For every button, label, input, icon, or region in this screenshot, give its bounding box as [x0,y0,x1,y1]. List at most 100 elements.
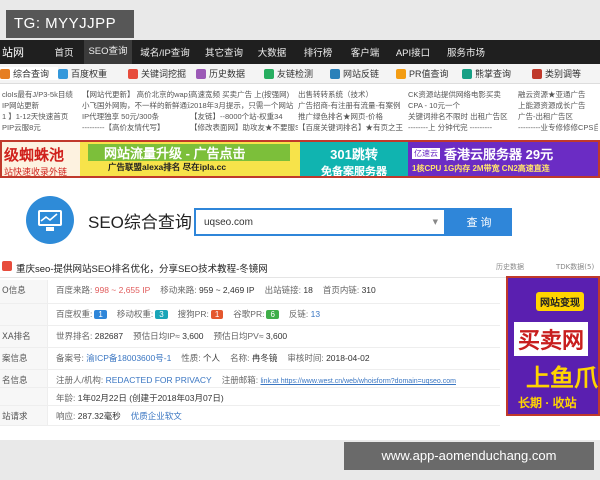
pr-icon [396,68,406,79]
banner-ad-301-redirect[interactable]: 301跳转 免备案服务器 [300,142,408,176]
ad-link[interactable]: 2018年3月提示，只需一个网站 [190,100,298,111]
ad-link[interactable]: 推广绿色排名★网页-价格 [298,111,408,122]
link-icon [264,68,274,79]
top-navbar: 站网 首页 SEO查询 域名/IP查询 其它查询 大数据 排行榜 客户端 API… [0,40,600,64]
nav-other-query[interactable]: 其它查询 [198,45,250,59]
nav-home[interactable]: 首页 [44,45,84,59]
trend-line-icon [40,213,58,222]
history-data-link[interactable]: 历史数据 [496,262,524,272]
banner-ad-strip: 级蜘蛛池 站快速收录外链 网站流量升级 - 广告点击 广告联盟alexa排名 尽… [0,140,600,178]
table-row: 年龄: 1年02月22日 (创建于2018年03月07日) [0,388,500,406]
page-title: SEO综合查询 [88,213,192,232]
ad-link[interactable]: ---------业专修修修CPS自营 [518,122,598,133]
ad-link[interactable]: PIP云服8元 [2,122,82,133]
ad-link[interactable]: 【百度关键词排名】★有页之王 [298,122,408,133]
tab-friendlink-check[interactable]: 友链检测 [264,67,330,80]
baidu-weight-badge[interactable]: 1 [94,310,107,319]
ad-link[interactable]: 广告招商-有注册有流量-有案例 [298,100,408,111]
search-section: SEO综合查询 ▼ 查 询 [0,188,600,248]
nav-api[interactable]: API接口 [388,45,438,59]
category-icon [532,68,542,79]
row-label: 名信息 [0,370,48,387]
result-header: 重庆seo-提供网站SEO排名优化，分享SEO技术教程-冬镜网 历史数据 TDK… [0,256,600,278]
row-label: O信息 [0,280,48,303]
key-icon [128,68,138,79]
yisu-cloud-logo: 亿速云 [412,148,440,159]
sogou-pr-badge[interactable]: 1 [210,310,224,319]
domain-search-input[interactable] [196,210,416,234]
promo-link[interactable]: 优质企业软文 [131,410,182,425]
site-logo[interactable]: 站网 [0,44,44,60]
link-row: cloIs最有J/P3-5k目绩 【网站代更新】 高价北京的wap量 高速宽频 … [2,89,598,100]
ad-link[interactable]: 融云资源★亚通广告 [518,89,598,100]
nav-domain-ip[interactable]: 域名/IP查询 [132,45,198,59]
row-label [0,388,48,405]
banner-ad-traffic[interactable]: 网站流量升级 - 广告点击 广告联盟alexa排名 尽在ipla.cc [80,142,300,176]
result-site-title[interactable]: 重庆seo-提供网站SEO排名优化，分享SEO技术教程-冬镜网 [16,261,268,275]
ad-link[interactable]: IP网站更新 [2,100,82,111]
nav-service-market[interactable]: 服务市场 [438,45,494,59]
side-banner-ad[interactable]: 网站变现 买卖网 上鱼爪 长期 · 收站 [506,276,600,416]
nav-big-data[interactable]: 大数据 [250,45,294,59]
mobile-weight-badge[interactable]: 3 [155,310,168,319]
tab-category[interactable]: 类别调等 [532,67,600,80]
ad-link[interactable]: 小飞国外网购，不一样的新鲜通道 [82,100,190,111]
tool-tabs: 综合查询 百度权重 关键词挖掘 历史数据 友链检测 网站反链 PR值查询 熊掌查… [0,64,600,84]
ad-link[interactable]: 【友链】--8000个站-权重34 [190,111,298,122]
google-pr-badge[interactable]: 6 [266,310,279,319]
link-row: 1 】1-12天快速首页 IP代理独享 50元/300条 【友链】--8000个… [2,111,598,122]
ad-link[interactable]: CPA - 10元一个 [408,100,518,111]
banner-ad-hk-cloud[interactable]: 亿速云 香港云服务器 29元 1核CPU 1G内存 2M带宽 CN2高速直连 [408,142,598,176]
tab-history[interactable]: 历史数据 [196,67,264,80]
table-row: 名信息 注册人/机构: REDACTED FOR PRIVACY 注册邮箱: l… [0,370,500,388]
monitor-chart-icon [26,196,74,244]
ad-link[interactable]: 【网站代更新】 高价北京的wap量 [82,89,190,100]
seo-info-table: O信息 百度来路: 998 ~ 2,655 IP 移动来路: 959 ~ 2,4… [0,280,500,426]
link-row: PIP云服8元 ---------【高价友情代写】 【修改表面网】助攻友★不要服… [2,122,598,133]
ad-link[interactable]: --------上 分钟代完 --------- [408,122,518,133]
search-button[interactable]: 查 询 [446,208,512,236]
nav-client[interactable]: 客户端 [342,45,388,59]
nav-seo-query[interactable]: SEO查询 [84,40,132,64]
ad-link[interactable]: 广告-出租广告区 [518,111,598,122]
chart-icon [0,68,10,79]
ad-link[interactable]: ---------【高价友情代写】 [82,122,190,133]
ad-link[interactable]: IP代理独享 50元/300条 [82,111,190,122]
row-label [0,304,48,325]
ad-link[interactable]: 1 】1-12天快速首页 [2,111,82,122]
watermark-bottom: www.app-aomenduchang.com [344,442,594,470]
tab-pr-query[interactable]: PR值查询 [396,67,462,80]
ad-link[interactable]: 【修改表面网】助攻友★不要服SEO [190,122,298,133]
ad-link[interactable]: CK资源站提供网络电影买卖 [408,89,518,100]
tab-comprehensive[interactable]: 综合查询 [0,67,58,80]
search-box: ▼ [194,208,446,236]
table-row: XA排名 世界排名: 282687 预估日均IP≈ 3,600 预估日均PV≈ … [0,326,500,348]
row-label: 案信息 [0,348,48,369]
ad-link[interactable]: 关键词排名不限时 出租广告区 [408,111,518,122]
nav-rankings[interactable]: 排行榜 [294,45,342,59]
history-icon [196,68,206,79]
link-row: IP网站更新 小飞国外网购，不一样的新鲜通道 2018年3月提示，只需一个网站 … [2,100,598,111]
chevron-down-icon[interactable]: ▼ [433,218,438,226]
row-label: XA排名 [0,326,48,347]
table-row: 站请求 响应: 287.32毫秒 优质企业软文 [0,406,500,426]
backlink-icon [330,68,340,79]
tab-backlinks[interactable]: 网站反链 [330,67,396,80]
table-row: 百度权重: 1 移动权重: 3 搜狗PR: 1 谷歌PR: 6 反链: 13 [0,304,500,326]
browser-viewport: 站网 首页 SEO查询 域名/IP查询 其它查询 大数据 排行榜 客户端 API… [0,40,600,440]
tab-keyword-mining[interactable]: 关键词挖掘 [128,67,196,80]
text-ad-links: cloIs最有J/P3-5k目绩 【网站代更新】 高价北京的wap量 高速宽频 … [0,86,600,136]
paw-icon [58,68,68,79]
watermark-top: TG: MYYJJPP [6,10,134,38]
site-favicon-icon [2,261,12,271]
bear-paw-icon [462,68,472,79]
ad-link[interactable]: 高速宽频 买卖广告 上(按强网) [190,89,298,100]
tab-baidu-weight[interactable]: 百度权重 [58,67,128,80]
tab-bear-paw[interactable]: 熊掌查询 [462,67,532,80]
ad-link[interactable]: 出售转转系统（技术） [298,89,408,100]
banner-ad-spider-pool[interactable]: 级蜘蛛池 站快速收录外链 [2,142,80,176]
ad-link[interactable]: 上能源资源成长广告 [518,100,598,111]
whois-link[interactable]: link:at https://www.west.cn/web/whoisfor… [260,378,456,385]
ad-link[interactable]: cloIs最有J/P3-5k目绩 [2,89,82,100]
tdk-data-link[interactable]: TDK数据(5) [556,262,594,272]
